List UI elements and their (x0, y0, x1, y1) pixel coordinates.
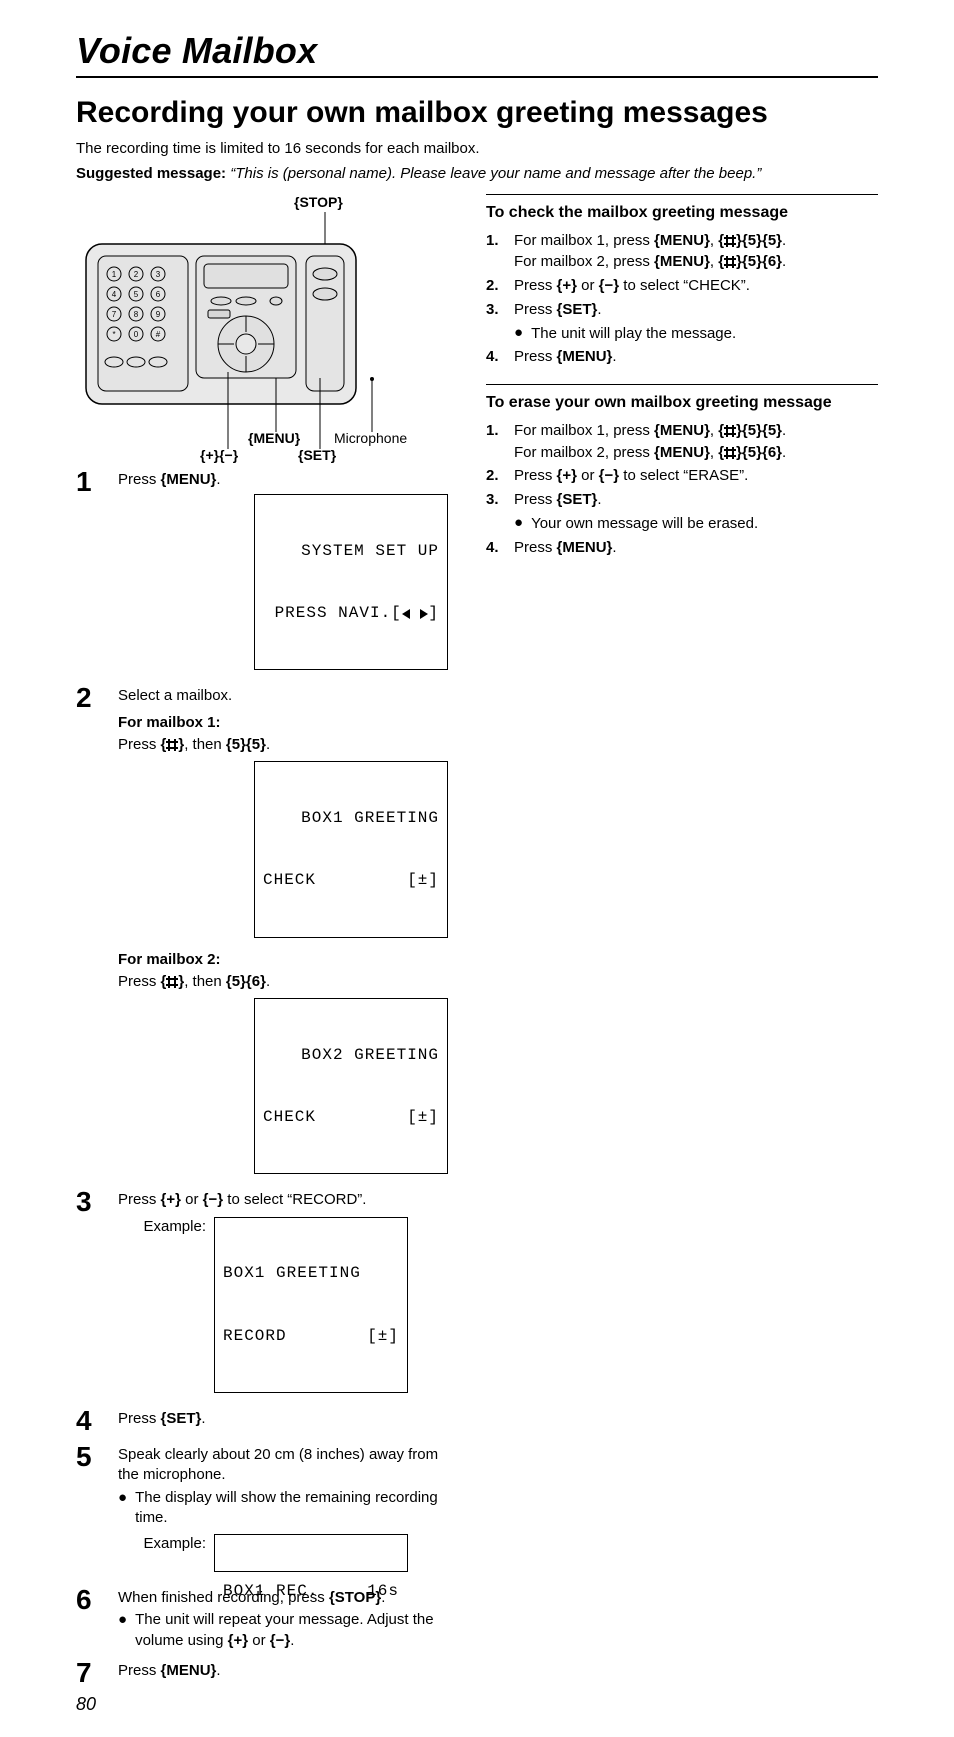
svg-text:9: 9 (156, 310, 161, 319)
svg-text:6: 6 (156, 290, 161, 299)
check-steps: 1. For mailbox 1, press {MENU}, {}{5}{5}… (486, 230, 878, 369)
microphone-label: Microphone (334, 430, 407, 446)
page-number: 80 (76, 1694, 96, 1715)
svg-text:*: * (112, 330, 115, 339)
divider (76, 76, 878, 78)
example-label: Example: (118, 1213, 206, 1237)
step-2-text: Select a mailbox. (118, 686, 452, 706)
suggested-text: “This is (personal name). Please leave y… (230, 165, 761, 182)
svg-text:#: # (156, 330, 161, 339)
stop-label: {STOP} (294, 194, 343, 210)
step-2: 2 Select a mailbox. For mailbox 1: Press… (76, 686, 452, 1180)
svg-text:5: 5 (134, 290, 139, 299)
mailbox-2-head: For mailbox 2: (118, 950, 452, 970)
step-number: 5 (76, 1443, 106, 1578)
plus-minus-label: {+}{−} (200, 447, 238, 463)
svg-text:8: 8 (134, 310, 139, 319)
step-number: 1 (76, 468, 106, 677)
svg-text:7: 7 (112, 310, 117, 319)
device-illustration: 1 2 3 4 5 6 7 8 9 * 0 # (76, 194, 452, 464)
step-7: 7 Press {MENU}. (76, 1661, 452, 1687)
step-1: 1 Press {MENU}. SYSTEM SET UP PRESS NAVI… (76, 470, 452, 677)
set-label: {SET} (298, 447, 336, 463)
lcd-systemset: SYSTEM SET UP PRESS NAVI.[ ] (254, 494, 448, 670)
lcd-record: BOX1 GREETING RECORD[±] (214, 1217, 408, 1393)
example-label: Example: (118, 1530, 206, 1554)
lcd-box2: BOX2 GREETING CHECK[±] (254, 998, 448, 1174)
divider (486, 384, 878, 385)
svg-text:2: 2 (134, 270, 139, 279)
step-number: 2 (76, 684, 106, 1180)
section-title: Recording your own mailbox greeting mess… (76, 96, 878, 131)
divider (486, 194, 878, 195)
mailbox-1-head: For mailbox 1: (118, 713, 452, 733)
step-number: 7 (76, 1659, 106, 1687)
step-6: 6 When finished recording, press {STOP}.… (76, 1588, 452, 1651)
step-4: 4 Press {SET}. (76, 1409, 452, 1435)
step-number: 6 (76, 1586, 106, 1651)
step-1-text: Press (118, 471, 161, 488)
svg-text:3: 3 (156, 270, 161, 279)
step-3: 3 Press {+} or {−} to select “RECORD”. E… (76, 1190, 452, 1399)
erase-steps: 1. For mailbox 1, press {MENU}, {}{5}{5}… (486, 420, 878, 559)
erase-heading: To erase your own mailbox greeting messa… (486, 393, 878, 414)
svg-text:0: 0 (134, 330, 139, 339)
step-number: 4 (76, 1407, 106, 1435)
step-5: 5 Speak clearly about 20 cm (8 inches) a… (76, 1445, 452, 1578)
lcd-remaining: BOX1 REC.16s (214, 1534, 408, 1572)
lcd-box1: BOX1 GREETING CHECK[±] (254, 761, 448, 937)
suggested-label: Suggested message: (76, 165, 226, 182)
mailbox-1-line: Press {}, then {5}{5}. (118, 735, 452, 755)
intro-text: The recording time is limited to 16 seco… (76, 139, 878, 159)
suggested-message: Suggested message: “This is (personal na… (76, 165, 878, 182)
step-number: 3 (76, 1188, 106, 1399)
check-heading: To check the mailbox greeting message (486, 203, 878, 224)
svg-text:1: 1 (112, 270, 117, 279)
mailbox-2-line: Press {}, then {5}{6}. (118, 972, 452, 992)
svg-text:4: 4 (112, 290, 117, 299)
chapter-title: Voice Mailbox (76, 30, 878, 72)
menu-label: {MENU} (248, 430, 300, 446)
